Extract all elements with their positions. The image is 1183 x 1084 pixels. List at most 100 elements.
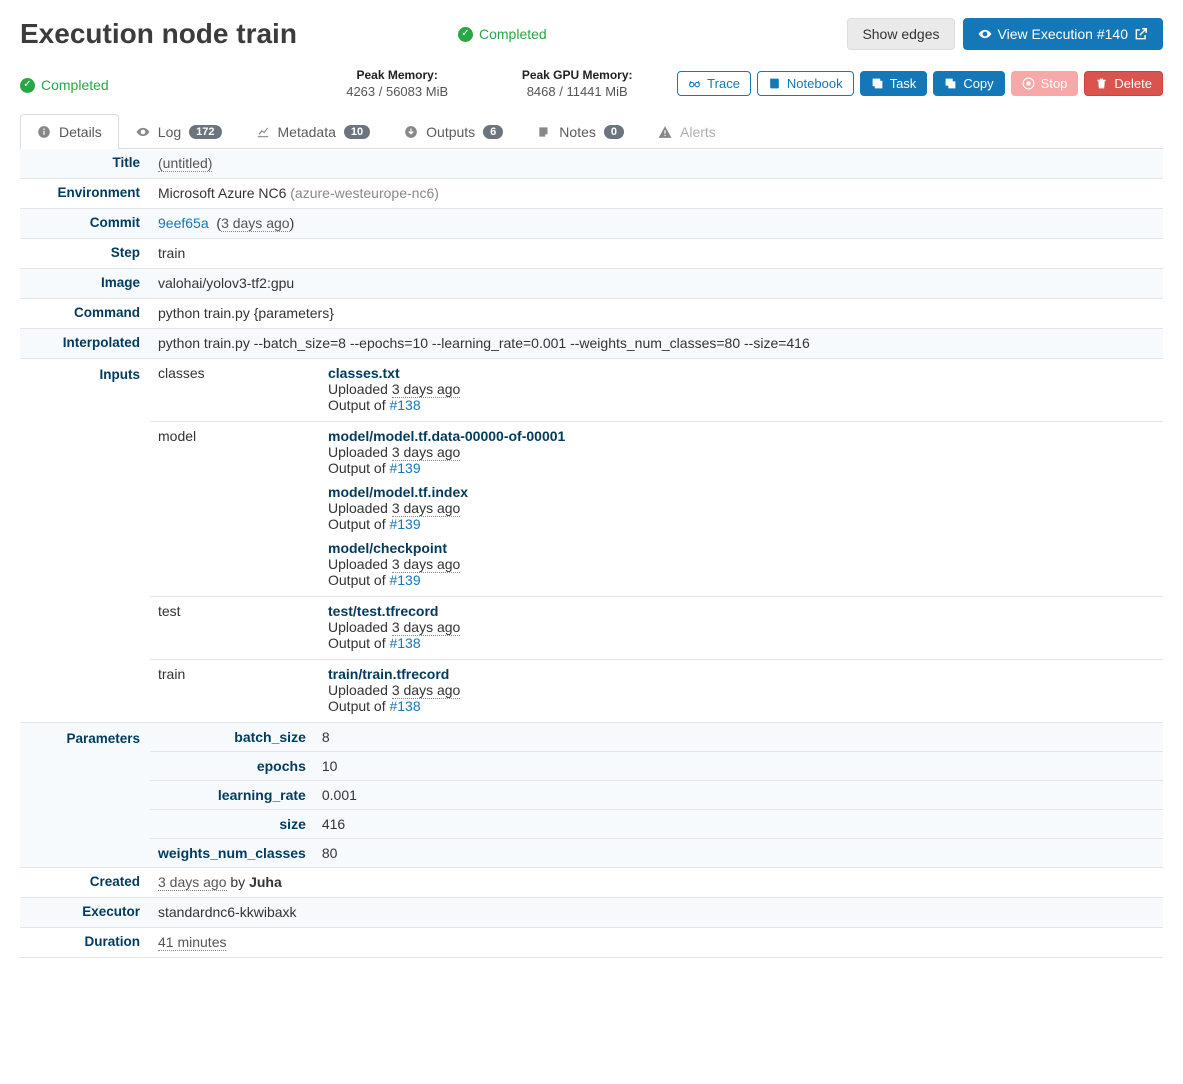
chart-line-icon <box>256 125 270 139</box>
parameter-key: size <box>150 810 314 839</box>
input-row: classesclasses.txtUploaded 3 days agoOut… <box>150 359 1163 422</box>
status-indicator: ✓ Completed <box>458 26 547 42</box>
peak-memory-label: Peak Memory: <box>317 68 477 82</box>
view-execution-label: View Execution #140 <box>998 26 1129 42</box>
tab-notes[interactable]: Notes 0 <box>520 114 641 149</box>
commit-hash-link[interactable]: 9eef65a <box>158 215 209 231</box>
tab-log[interactable]: Log 172 <box>119 114 239 149</box>
image-value: valohai/yolov3-tf2:gpu <box>150 269 1163 297</box>
peak-gpu-memory-label: Peak GPU Memory: <box>497 68 657 82</box>
trash-icon <box>1095 77 1108 90</box>
file-output-of: Output of #139 <box>328 516 1155 532</box>
label-command: Command <box>20 299 150 326</box>
stop-icon <box>1022 77 1035 90</box>
inputs-table: classesclasses.txtUploaded 3 days agoOut… <box>150 359 1163 722</box>
interpolated-value: python train.py --batch_size=8 --epochs=… <box>150 329 1163 357</box>
substatus-indicator: ✓ Completed <box>20 77 109 93</box>
tab-metadata[interactable]: Metadata 10 <box>239 114 388 149</box>
file-link[interactable]: model/model.tf.data-00000-of-00001 <box>328 428 565 444</box>
output-of-link[interactable]: #139 <box>389 516 420 532</box>
page-title: Execution node train <box>20 18 440 50</box>
title-value[interactable]: (untitled) <box>158 155 212 172</box>
input-row: testtest/test.tfrecordUploaded 3 days ag… <box>150 597 1163 660</box>
file-uploaded: Uploaded 3 days ago <box>328 500 1155 516</box>
parameters-table: batch_size8epochs10learning_rate0.001siz… <box>150 723 1163 867</box>
parameter-key: learning_rate <box>150 781 314 810</box>
output-of-link[interactable]: #139 <box>389 460 420 476</box>
tab-log-badge: 172 <box>189 125 221 139</box>
tab-metadata-badge: 10 <box>344 125 370 139</box>
download-circle-icon <box>404 125 418 139</box>
file-link[interactable]: train/train.tfrecord <box>328 666 449 682</box>
peak-memory-value: 4263 / 56083 MiB <box>317 84 477 99</box>
show-edges-button[interactable]: Show edges <box>847 18 954 50</box>
parameter-value: 80 <box>314 839 1163 868</box>
copy-button[interactable]: Copy <box>933 71 1004 96</box>
file-output-of: Output of #139 <box>328 572 1155 588</box>
parameter-key: weights_num_classes <box>150 839 314 868</box>
note-icon <box>537 125 551 139</box>
file-uploaded: Uploaded 3 days ago <box>328 682 1155 698</box>
view-execution-button[interactable]: View Execution #140 <box>963 18 1164 50</box>
delete-button[interactable]: Delete <box>1084 71 1163 96</box>
commit-age: 3 days ago <box>221 215 290 232</box>
stack-icon <box>871 77 884 90</box>
label-created: Created <box>20 868 150 895</box>
file-uploaded: Uploaded 3 days ago <box>328 444 1155 460</box>
input-row: modelmodel/model.tf.data-00000-of-00001U… <box>150 422 1163 597</box>
output-of-link[interactable]: #138 <box>389 698 420 714</box>
file-uploaded: Uploaded 3 days ago <box>328 381 1155 397</box>
label-image: Image <box>20 269 150 296</box>
file-link[interactable]: classes.txt <box>328 365 400 381</box>
parameter-row: weights_num_classes80 <box>150 839 1163 868</box>
created-age: 3 days ago <box>158 874 227 891</box>
tab-outputs[interactable]: Outputs 6 <box>387 114 520 149</box>
tab-metadata-label: Metadata <box>278 124 336 140</box>
peak-gpu-memory-value: 8468 / 11441 MiB <box>497 84 657 99</box>
file-output-of: Output of #139 <box>328 460 1155 476</box>
label-step: Step <box>20 239 150 266</box>
file-link[interactable]: model/checkpoint <box>328 540 447 556</box>
output-of-link[interactable]: #139 <box>389 572 420 588</box>
notebook-label: Notebook <box>787 76 843 91</box>
tab-outputs-label: Outputs <box>426 124 475 140</box>
tab-outputs-badge: 6 <box>483 125 503 139</box>
tab-log-label: Log <box>158 124 181 140</box>
file-link[interactable]: model/model.tf.index <box>328 484 468 500</box>
parameter-value: 10 <box>314 752 1163 781</box>
parameter-row: size416 <box>150 810 1163 839</box>
input-files: test/test.tfrecordUploaded 3 days agoOut… <box>320 597 1163 660</box>
created-by-prefix: by <box>230 874 245 890</box>
file-output-of: Output of #138 <box>328 698 1155 714</box>
tabs: Details Log 172 Metadata 10 Outputs 6 No… <box>20 113 1163 149</box>
glasses-icon <box>688 77 701 90</box>
output-of-link[interactable]: #138 <box>389 635 420 651</box>
check-circle-icon: ✓ <box>20 78 35 93</box>
output-of-link[interactable]: #138 <box>389 397 420 413</box>
parameter-value: 8 <box>314 723 1163 752</box>
task-label: Task <box>890 76 917 91</box>
peak-gpu-memory-metric: Peak GPU Memory: 8468 / 11441 MiB <box>497 68 657 99</box>
input-name: test <box>150 597 320 660</box>
warning-icon <box>658 125 672 139</box>
environment-slug: (azure-westeurope-nc6) <box>290 185 439 201</box>
executor-value: standardnc6-kkwibaxk <box>150 898 1163 926</box>
command-value: python train.py {parameters} <box>150 299 1163 327</box>
tab-details-label: Details <box>59 124 102 140</box>
label-inputs: Inputs <box>20 359 150 388</box>
trace-button[interactable]: Trace <box>677 71 751 96</box>
file-link[interactable]: test/test.tfrecord <box>328 603 438 619</box>
file-output-of: Output of #138 <box>328 635 1155 651</box>
label-commit: Commit <box>20 209 150 236</box>
book-icon <box>768 77 781 90</box>
input-name: model <box>150 422 320 597</box>
external-link-icon <box>1134 27 1148 41</box>
tab-details[interactable]: Details <box>20 114 119 149</box>
label-title: Title <box>20 149 150 176</box>
substatus-text: Completed <box>41 77 109 93</box>
input-row: traintrain/train.tfrecordUploaded 3 days… <box>150 660 1163 723</box>
notebook-button[interactable]: Notebook <box>757 71 854 96</box>
input-files: train/train.tfrecordUploaded 3 days agoO… <box>320 660 1163 723</box>
peak-memory-metric: Peak Memory: 4263 / 56083 MiB <box>317 68 477 99</box>
task-button[interactable]: Task <box>860 71 928 96</box>
